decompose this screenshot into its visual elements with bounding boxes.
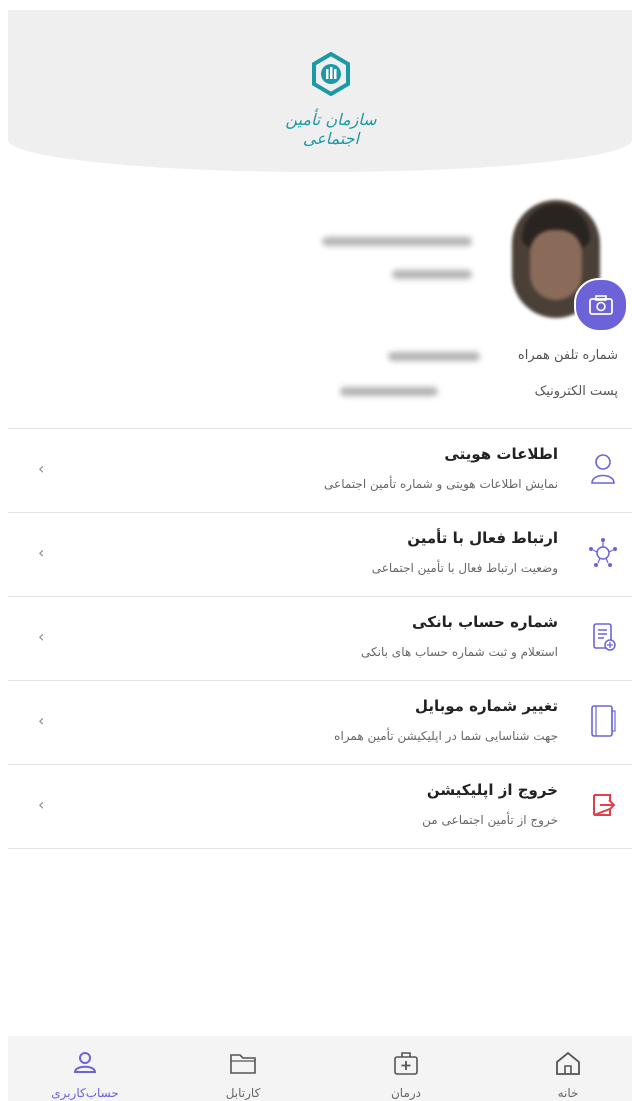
- phone-label: شماره تلفن همراه: [517, 348, 618, 363]
- mobile-icon: [591, 705, 616, 737]
- menu-item-title: شماره حساب بانکی: [412, 613, 558, 631]
- menu-item-title: خروج از اپلیکیشن: [426, 781, 558, 799]
- chevron-left-icon: ‹: [38, 627, 45, 646]
- camera-icon: [589, 295, 613, 315]
- logo-text: سازمان تأمین اجتماعی: [285, 110, 377, 148]
- menu-item-desc: خروج از تأمین اجتماعی من: [422, 813, 558, 827]
- home-icon: [556, 1051, 580, 1075]
- nav-tab-home[interactable]: خانه: [513, 1036, 623, 1101]
- menu-item-title: ارتباط فعال با تأمین: [407, 529, 558, 547]
- change-photo-button[interactable]: [574, 278, 628, 332]
- profile-section: شماره تلفن همراه پست الکترونیک: [0, 190, 632, 420]
- user-account-icon: [73, 1052, 97, 1073]
- chevron-left-icon: ‹: [38, 795, 45, 814]
- menu-item-title: اطلاعات هویتی: [444, 445, 558, 463]
- user-name-redacted: [322, 237, 472, 246]
- menu-item-desc: استعلام و ثبت شماره حساب های بانکی: [361, 645, 558, 659]
- folder-icon: [230, 1054, 256, 1074]
- menu-item-bank-account[interactable]: شماره حساب بانکی استعلام و ثبت شماره حسا…: [8, 597, 632, 681]
- nav-tab-treatment[interactable]: درمان: [351, 1036, 461, 1101]
- nav-label: حساب‌کاربری: [51, 1086, 119, 1100]
- chevron-left-icon: ‹: [38, 711, 45, 730]
- bank-document-icon: [593, 623, 616, 651]
- menu-item-desc: جهت شناسایی شما در اپلیکیشن تأمین همراه: [334, 729, 558, 743]
- bottom-nav: حساب‌کاربری کارتابل درمان خانه: [8, 1036, 632, 1101]
- user-icon: [591, 454, 615, 484]
- settings-menu: اطلاعات هویتی نمایش اطلاعات هویتی و شمار…: [8, 429, 632, 849]
- medical-kit-icon: [394, 1052, 418, 1075]
- nav-tab-cartable[interactable]: کارتابل: [188, 1036, 298, 1101]
- menu-item-title: تغییر شماره موبایل: [414, 697, 558, 715]
- app-header: سازمان تأمین اجتماعی: [8, 10, 632, 172]
- chevron-left-icon: ‹: [38, 543, 45, 562]
- email-label: پست الکترونیک: [534, 384, 618, 399]
- tamin-logo-icon: [312, 52, 350, 96]
- phone-value-redacted: [388, 352, 480, 361]
- user-id-redacted: [392, 270, 472, 279]
- tamin-logo: سازمان تأمین اجتماعی: [271, 52, 391, 148]
- nav-label: کارتابل: [225, 1086, 261, 1100]
- logout-icon: [593, 794, 616, 816]
- nav-label: درمان: [390, 1086, 422, 1100]
- menu-item-identity[interactable]: اطلاعات هویتی نمایش اطلاعات هویتی و شمار…: [8, 429, 632, 513]
- network-icon: [589, 538, 617, 567]
- nav-tab-account[interactable]: حساب‌کاربری: [30, 1036, 140, 1101]
- email-value-redacted: [340, 387, 438, 396]
- menu-item-desc: وضعیت ارتباط فعال با تأمین اجتماعی: [371, 561, 558, 575]
- nav-label: خانه: [557, 1086, 579, 1100]
- menu-item-desc: نمایش اطلاعات هویتی و شماره تأمین اجتماع…: [324, 477, 558, 491]
- menu-item-active-link[interactable]: ارتباط فعال با تأمین وضعیت ارتباط فعال ب…: [8, 513, 632, 597]
- menu-item-logout[interactable]: خروج از اپلیکیشن خروج از تأمین اجتماعی م…: [8, 765, 632, 849]
- chevron-left-icon: ‹: [38, 459, 45, 478]
- menu-item-change-mobile[interactable]: تغییر شماره موبایل جهت شناسایی شما در اپ…: [8, 681, 632, 765]
